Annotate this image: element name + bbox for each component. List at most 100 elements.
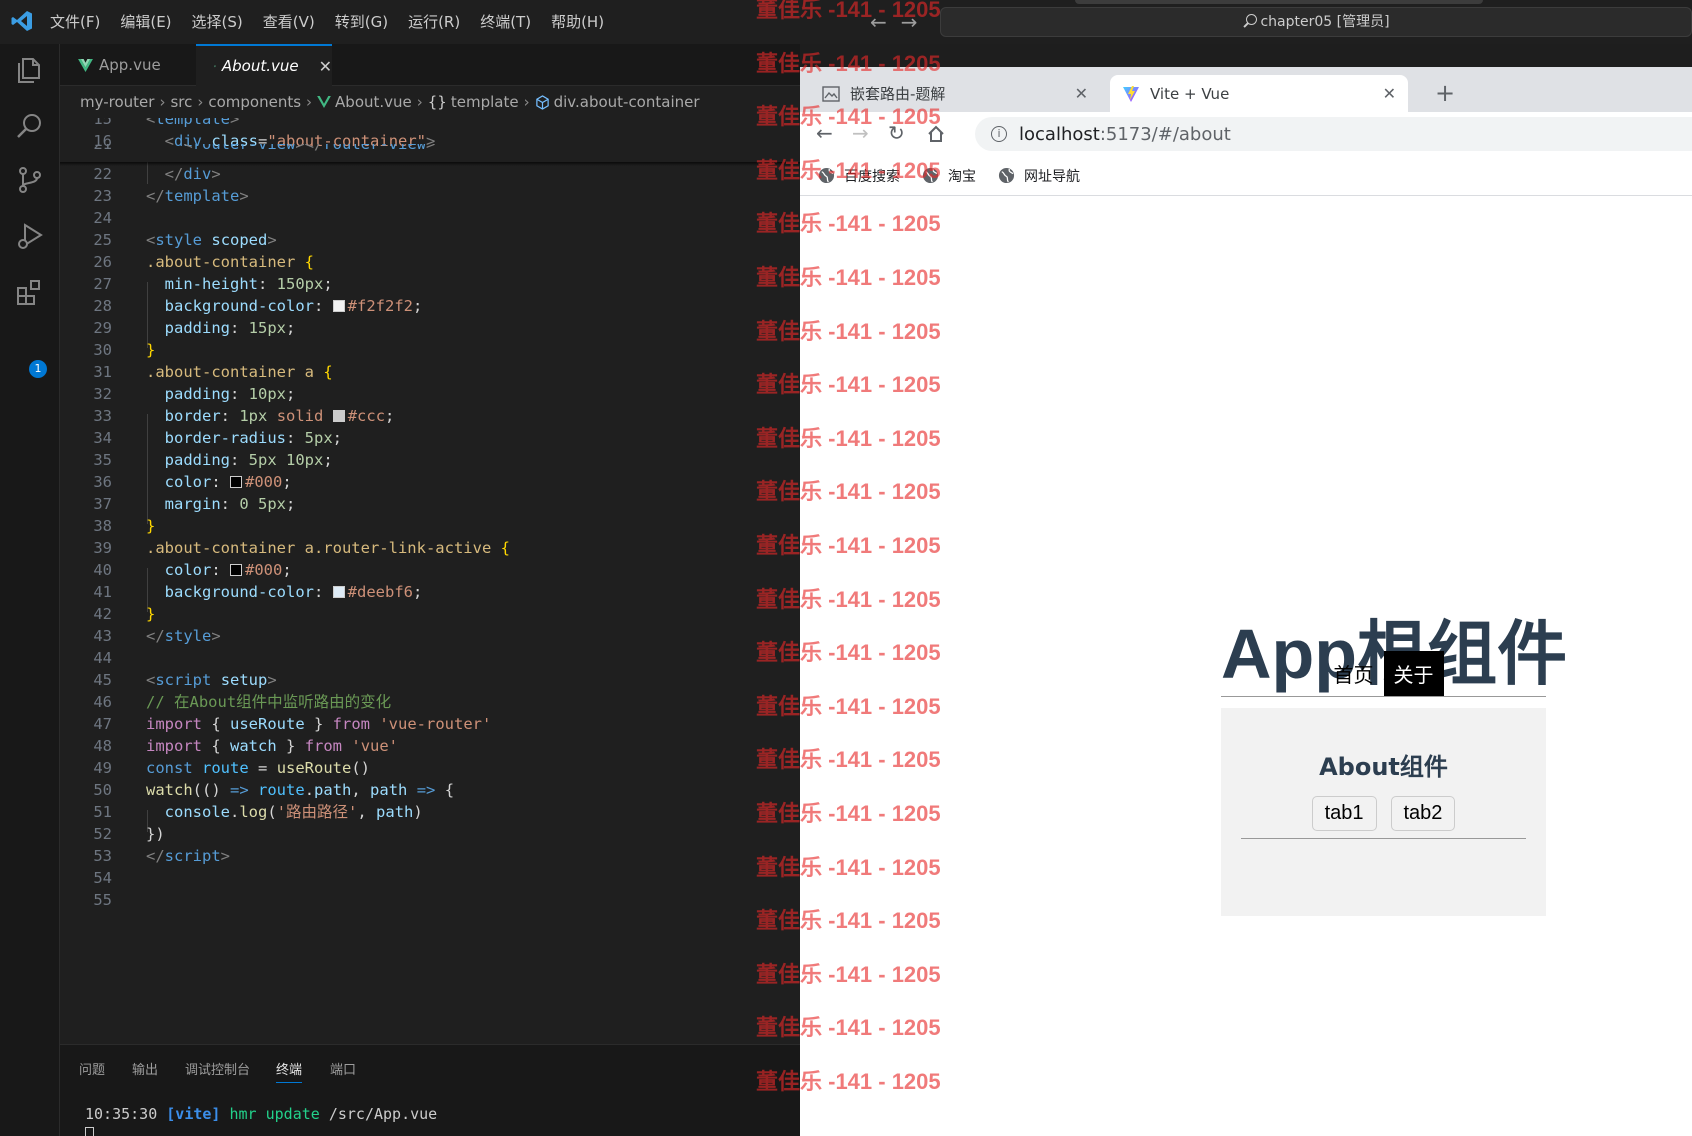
code-line: 31 .about-container a { [93, 363, 333, 381]
menu-run[interactable]: 运行(R) [398, 0, 470, 44]
about-title: About组件 [1319, 753, 1448, 781]
terminal-path: /src/App.vue [328, 1105, 438, 1123]
code-editor[interactable]: 15 <template> 16 <div class="about-contai… [60, 118, 800, 1044]
app-nav: 首页 关于 [1221, 650, 1546, 697]
code-line: 49 const route = useRoute() [93, 759, 371, 777]
panel-tab-ports[interactable]: 端口 [330, 1059, 356, 1078]
code-line: 28 background-color: #f2f2f2; [93, 297, 423, 315]
nav-link-home[interactable]: 首页 [1324, 651, 1384, 696]
breadcrumb-item[interactable]: components [208, 93, 301, 111]
run-debug-icon[interactable] [14, 220, 46, 252]
reload-icon[interactable]: ↻ [888, 121, 905, 145]
menu-terminal[interactable]: 终端(T) [470, 0, 541, 44]
address-bar[interactable]: i localhost:5173/#/about [975, 117, 1692, 151]
search-icon[interactable] [14, 110, 46, 142]
code-line: 32 padding: 10px; [93, 385, 296, 403]
menu-file[interactable]: 文件(F) [40, 0, 110, 44]
browser-tab-title: Vite + Vue [1150, 84, 1230, 103]
panel-tab-terminal[interactable]: 终端 [276, 1059, 303, 1083]
broken-image-icon [822, 85, 840, 102]
code-line: 15 <template> [93, 118, 240, 128]
menu-selection[interactable]: 选择(S) [182, 0, 253, 44]
close-icon[interactable]: ✕ [1383, 84, 1396, 103]
url-host: localhost [1019, 123, 1100, 145]
code-line: 39 .about-container a.router-link-active … [93, 539, 510, 557]
forward-icon[interactable]: → [852, 121, 869, 145]
color-swatch[interactable] [230, 476, 243, 488]
go-forward-icon[interactable]: → [901, 10, 918, 34]
bookmark-item[interactable]: 百度搜索 [818, 166, 900, 186]
menu-edit[interactable]: 编辑(E) [110, 0, 181, 44]
vue-file-icon [214, 65, 216, 67]
breadcrumb-item[interactable]: my-router [80, 93, 154, 111]
about-container: About组件 tab1 tab2 [1221, 708, 1546, 916]
breadcrumb-item[interactable]: src [170, 93, 192, 111]
menubar: 文件(F) 编辑(E) 选择(S) 查看(V) 转到(G) 运行(R) 终端(T… [40, 0, 614, 44]
code-line: 27 min-height: 150px; [93, 275, 333, 293]
nav-link-about[interactable]: 关于 [1383, 650, 1444, 696]
extensions-badge: 1 [29, 360, 47, 378]
panel-tab-debug-console[interactable]: 调试控制台 [185, 1059, 250, 1078]
info-icon[interactable]: i [991, 126, 1007, 142]
tab-app-vue[interactable]: App.vue [60, 44, 196, 86]
panel-tab-output[interactable]: 输出 [132, 1059, 158, 1078]
browser-tab-title: 嵌套路由-题解 [850, 85, 946, 103]
breadcrumb-item[interactable]: div.about-container [554, 93, 700, 111]
code-line: 53 </script> [93, 847, 231, 865]
home-icon[interactable] [926, 124, 946, 144]
browser-toolbar: ← → ↻ i localhost:5173/#/about [800, 112, 1692, 156]
menu-view[interactable]: 查看(V) [253, 0, 325, 44]
activity-bar: 1 [0, 44, 60, 1136]
new-tab-icon[interactable]: + [1435, 79, 1455, 107]
menu-go[interactable]: 转到(G) [325, 0, 398, 44]
floating-window-edge [1075, 0, 1483, 4]
extensions-icon[interactable] [14, 276, 46, 308]
code-line: 30} [93, 341, 156, 359]
source-control-icon[interactable] [14, 164, 46, 196]
globe-icon [818, 167, 835, 184]
browser-tab-vite-vue[interactable]: Vite + Vue ✕ [1110, 75, 1408, 112]
color-swatch[interactable] [332, 586, 345, 598]
bookmark-label: 网址导航 [1024, 168, 1080, 185]
browser-tab-strip: 嵌套路由-题解 ✕ Vite + Vue ✕ + [800, 67, 1692, 112]
browser-tab-nested-routing[interactable]: 嵌套路由-题解 ✕ [810, 75, 1100, 112]
about-tab-link-1[interactable]: tab1 [1311, 796, 1377, 831]
globe-icon [922, 167, 939, 184]
code-line: 29 padding: 15px; [93, 319, 296, 337]
color-swatch[interactable] [332, 300, 345, 312]
panel-tab-problems[interactable]: 问题 [79, 1059, 105, 1078]
search-icon [1242, 14, 1258, 28]
go-back-icon[interactable]: ← [870, 10, 887, 34]
code-line: 44 [93, 649, 112, 667]
about-tab-link-2[interactable]: tab2 [1390, 796, 1456, 831]
vscode-logo-icon[interactable] [10, 9, 34, 33]
color-swatch[interactable] [230, 564, 243, 576]
breadcrumb-item[interactable]: About.vue [335, 93, 412, 111]
bookmark-item[interactable]: 淘宝 [922, 166, 976, 186]
bookmark-label: 淘宝 [948, 168, 976, 185]
explorer-icon[interactable] [14, 54, 46, 86]
menu-help[interactable]: 帮助(H) [541, 0, 614, 44]
vue-file-icon [317, 96, 331, 108]
color-swatch[interactable] [332, 410, 345, 422]
chevron-right-icon: › [159, 93, 166, 111]
code-line: 41 background-color: #deebf6; [93, 583, 423, 601]
command-center[interactable]: chapter05 [管理员] [940, 7, 1692, 37]
code-line: 42} [93, 605, 156, 623]
close-icon[interactable]: ✕ [1075, 84, 1088, 103]
element-cube-icon [535, 94, 549, 110]
globe-icon [998, 167, 1015, 184]
bookmark-item[interactable]: 网址导航 [998, 166, 1080, 186]
code-line: 43 </style> [93, 627, 221, 645]
tab-about-vue[interactable]: About.vue ✕ [196, 44, 332, 86]
breadcrumb: my-router › src › components › About.vue… [60, 86, 800, 118]
close-icon[interactable]: ✕ [319, 57, 332, 76]
code-line: 48 import { watch } from 'vue' [93, 737, 399, 755]
titlebar: 文件(F) 编辑(E) 选择(S) 查看(V) 转到(G) 运行(R) 终端(T… [0, 0, 1692, 44]
breadcrumb-item[interactable]: template [451, 93, 519, 111]
back-icon[interactable]: ← [816, 121, 833, 145]
code-line: 55 [93, 891, 112, 909]
terminal-output-line: 10:35:30 [vite] hmr update /src/App.vue [85, 1105, 437, 1123]
code-line: 38} [93, 517, 156, 535]
browser-window: 嵌套路由-题解 ✕ Vite + Vue ✕ + ← → ↻ i localho… [800, 67, 1692, 1136]
